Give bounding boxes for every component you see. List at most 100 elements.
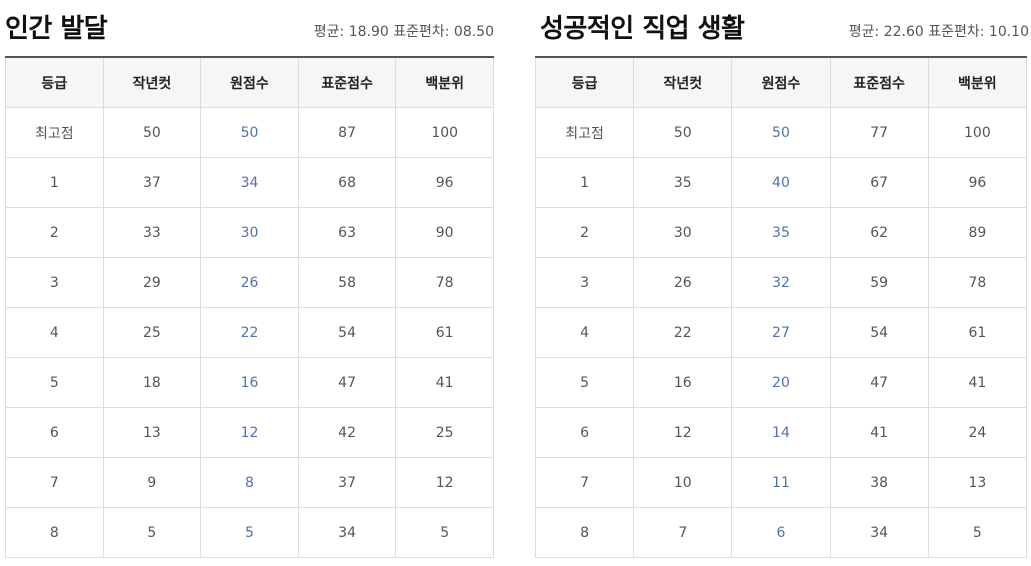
grade-cell: 2	[534, 207, 635, 258]
grade-cell: 4	[534, 307, 635, 358]
table-row: 4 25 22 54 61	[5, 307, 494, 358]
raw-score-cell: 40	[731, 157, 831, 208]
standard-score-cell: 77	[829, 107, 929, 158]
grade-cell: 최고점	[5, 107, 104, 158]
grade-cell: 6	[534, 407, 635, 458]
grade-cell: 7	[534, 457, 635, 508]
column-header: 백분위	[395, 56, 494, 108]
column-header: 작년컷	[633, 56, 733, 108]
last-year-cut-cell: 16	[633, 357, 733, 408]
table-row: 2 30 35 62 89	[534, 207, 1028, 258]
last-year-cut-cell: 22	[633, 307, 733, 358]
raw-score-cell: 12	[200, 407, 299, 458]
raw-score-cell: 50	[731, 107, 831, 158]
table-header: 등급 작년컷 원점수 표준점수 백분위	[534, 56, 1028, 108]
table-row: 8 7 6 34 5	[534, 507, 1028, 558]
percentile-cell: 25	[395, 407, 494, 458]
percentile-cell: 78	[395, 257, 494, 308]
table-row: 1 37 34 68 96	[5, 157, 494, 208]
table-row: 5 18 16 47 41	[5, 357, 494, 408]
standard-score-cell: 47	[297, 357, 397, 408]
percentile-cell: 96	[927, 157, 1028, 208]
table-row: 최고점 50 50 77 100	[534, 107, 1028, 158]
last-year-cut-cell: 9	[102, 457, 202, 508]
standard-score-cell: 58	[297, 257, 397, 308]
grade-cell: 7	[5, 457, 104, 508]
last-year-cut-cell: 7	[633, 507, 733, 558]
last-year-cut-cell: 50	[633, 107, 733, 158]
raw-score-cell: 22	[200, 307, 299, 358]
column-header: 원점수	[731, 56, 831, 108]
percentile-cell: 13	[927, 457, 1028, 508]
table-row: 최고점 50 50 87 100	[5, 107, 494, 158]
raw-score-cell: 32	[731, 257, 831, 308]
subject-title: 성공적인 직업 생활	[540, 14, 745, 44]
last-year-cut-cell: 25	[102, 307, 202, 358]
standard-score-cell: 87	[297, 107, 397, 158]
grade-cut-table: 등급 작년컷 원점수 표준점수 백분위 최고점 50 50 77 100 1 35 40 67 96 2 30…	[534, 56, 1028, 558]
raw-score-cell: 6	[731, 507, 831, 558]
grade-cell: 3	[534, 257, 635, 308]
standard-score-cell: 67	[829, 157, 929, 208]
percentile-cell: 100	[395, 107, 494, 158]
table-row: 8 5 5 34 5	[5, 507, 494, 558]
column-header: 백분위	[927, 56, 1028, 108]
raw-score-cell: 26	[200, 257, 299, 308]
column-header: 작년컷	[102, 56, 202, 108]
percentile-cell: 41	[395, 357, 494, 408]
grade-table-panel-career-life: 성공적인 직업 생활 평균: 22.60 표준편차: 10.10 등급 작년컷 원점…	[534, 0, 1029, 558]
table-row: 7 10 11 38 13	[534, 457, 1028, 508]
grade-cell: 5	[534, 357, 635, 408]
percentile-cell: 12	[395, 457, 494, 508]
last-year-cut-cell: 10	[633, 457, 733, 508]
table-row: 1 35 40 67 96	[534, 157, 1028, 208]
standard-score-cell: 59	[829, 257, 929, 308]
grade-cell: 3	[5, 257, 104, 308]
last-year-cut-cell: 29	[102, 257, 202, 308]
grade-table-panel-human-development: 인간 발달 평균: 18.90 표준편차: 08.50 등급 작년컷 원점수 표준점수…	[0, 0, 494, 558]
standard-score-cell: 34	[829, 507, 929, 558]
grade-cell: 1	[5, 157, 104, 208]
grade-cell: 5	[5, 357, 104, 408]
table-header: 등급 작년컷 원점수 표준점수 백분위	[5, 56, 494, 108]
last-year-cut-cell: 26	[633, 257, 733, 308]
table-row: 6 12 14 41 24	[534, 407, 1028, 458]
panel-header: 성공적인 직업 생활 평균: 22.60 표준편차: 10.10	[535, 0, 1029, 56]
grade-cell: 6	[5, 407, 104, 458]
raw-score-cell: 16	[200, 357, 299, 408]
grade-cell: 2	[5, 207, 104, 258]
raw-score-cell: 5	[200, 507, 299, 558]
panel-header: 인간 발달 평균: 18.90 표준편차: 08.50	[0, 0, 494, 56]
standard-score-cell: 42	[297, 407, 397, 458]
standard-score-cell: 34	[297, 507, 397, 558]
grade-cell: 4	[5, 307, 104, 358]
subject-title: 인간 발달	[5, 14, 108, 44]
grade-cell: 8	[5, 507, 104, 558]
percentile-cell: 100	[927, 107, 1028, 158]
percentile-cell: 61	[927, 307, 1028, 358]
table-row: 2 33 30 63 90	[5, 207, 494, 258]
raw-score-cell: 35	[731, 207, 831, 258]
grade-cell: 1	[534, 157, 635, 208]
header-row: 등급 작년컷 원점수 표준점수 백분위	[5, 56, 494, 108]
raw-score-cell: 50	[200, 107, 299, 158]
column-header: 표준점수	[829, 56, 929, 108]
raw-score-cell: 20	[731, 357, 831, 408]
header-row: 등급 작년컷 원점수 표준점수 백분위	[534, 56, 1028, 108]
table-body: 최고점 50 50 87 100 1 37 34 68 96 2 33 30 63 90 3 29 26 58 78 4…	[5, 107, 494, 558]
last-year-cut-cell: 13	[102, 407, 202, 458]
last-year-cut-cell: 30	[633, 207, 733, 258]
table-row: 7 9 8 37 12	[5, 457, 494, 508]
grade-cut-table: 등급 작년컷 원점수 표준점수 백분위 최고점 50 50 87 100 1 37 34 68 96 2 33…	[5, 56, 494, 558]
score-statistics: 평균: 22.60 표준편차: 10.10	[848, 24, 1029, 40]
column-header: 원점수	[200, 56, 299, 108]
raw-score-cell: 14	[731, 407, 831, 458]
table-body: 최고점 50 50 77 100 1 35 40 67 96 2 30 35 62 89 3 26 32 59 78 4…	[534, 107, 1028, 558]
score-statistics: 평균: 18.90 표준편차: 08.50	[313, 24, 494, 40]
grade-cell: 최고점	[534, 107, 635, 158]
column-header: 표준점수	[297, 56, 397, 108]
last-year-cut-cell: 50	[102, 107, 202, 158]
standard-score-cell: 54	[829, 307, 929, 358]
last-year-cut-cell: 5	[102, 507, 202, 558]
percentile-cell: 61	[395, 307, 494, 358]
